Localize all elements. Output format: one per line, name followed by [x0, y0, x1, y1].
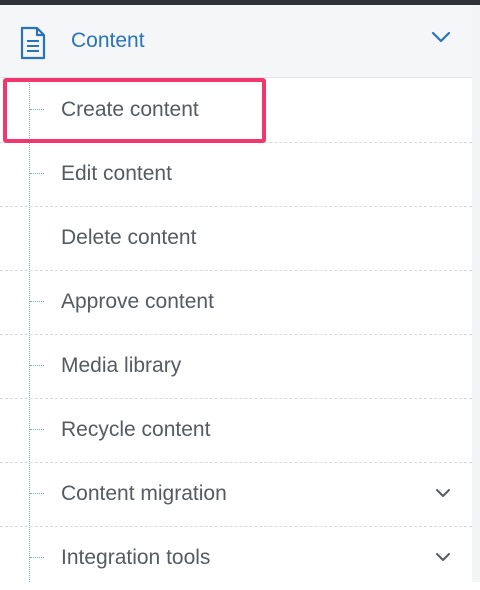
- menu-item-delete-content[interactable]: Delete content: [0, 206, 472, 271]
- tree-connector: [30, 365, 44, 366]
- menu-item-label: Create content: [61, 98, 199, 121]
- menu-item-label: Delete content: [61, 226, 197, 249]
- menu-item-edit-content[interactable]: Edit content: [0, 142, 472, 207]
- submenu-list: Create content Edit content Delete conte…: [0, 78, 472, 582]
- navigation-panel: Content Create content Edit content Dele…: [0, 5, 473, 582]
- tree-connector: [30, 301, 44, 302]
- menu-item-label: Integration tools: [61, 546, 211, 569]
- tree-connector: [30, 173, 44, 174]
- tree-connector: [30, 109, 44, 110]
- menu-item-integration-tools[interactable]: Integration tools: [0, 526, 472, 590]
- menu-item-create-content[interactable]: Create content: [0, 78, 472, 143]
- menu-item-label: Recycle content: [61, 418, 211, 441]
- tree-connector: [30, 557, 44, 558]
- menu-item-label: Edit content: [61, 162, 172, 185]
- tree-connector: [30, 493, 44, 494]
- menu-item-content-migration[interactable]: Content migration: [0, 462, 472, 527]
- chevron-down-icon[interactable]: [434, 550, 452, 564]
- menu-item-recycle-content[interactable]: Recycle content: [0, 398, 472, 463]
- menu-item-label: Approve content: [61, 290, 214, 313]
- menu-item-label: Media library: [61, 354, 182, 377]
- document-icon: [18, 26, 48, 60]
- section-title: Content: [71, 29, 145, 52]
- section-header-content[interactable]: Content: [0, 5, 472, 78]
- chevron-down-icon[interactable]: [430, 29, 452, 45]
- tree-connector: [30, 429, 44, 430]
- right-gutter: [472, 5, 480, 582]
- chevron-down-icon[interactable]: [434, 486, 452, 500]
- menu-item-label: Content migration: [61, 482, 227, 505]
- menu-item-media-library[interactable]: Media library: [0, 334, 472, 399]
- menu-item-approve-content[interactable]: Approve content: [0, 270, 472, 335]
